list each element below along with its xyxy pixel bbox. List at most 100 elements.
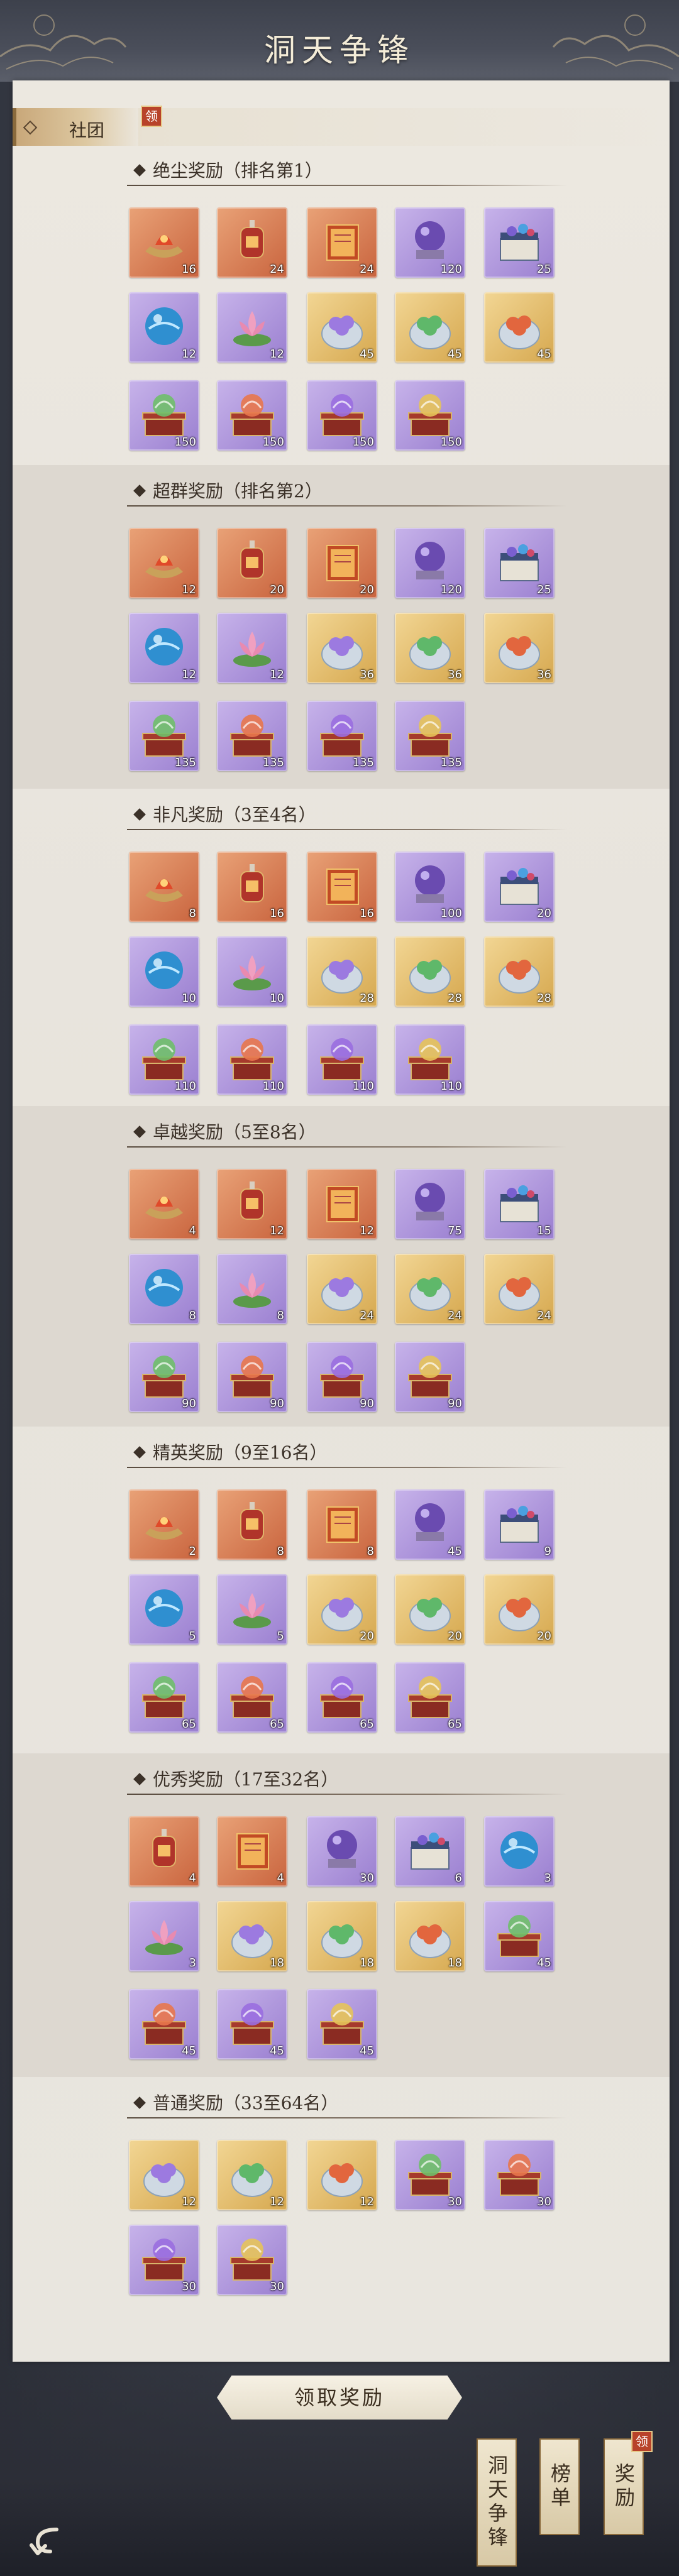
reward-item[interactable]: 5 bbox=[217, 1574, 287, 1645]
reward-item[interactable]: 90 bbox=[395, 1342, 465, 1412]
reward-item[interactable]: 45 bbox=[217, 1989, 287, 2059]
reward-item[interactable]: 30 bbox=[395, 2140, 465, 2210]
reward-item[interactable]: 12 bbox=[129, 2140, 199, 2210]
reward-item[interactable]: 8 bbox=[129, 852, 199, 922]
reward-item[interactable]: 135 bbox=[217, 701, 287, 771]
reward-item[interactable]: 110 bbox=[307, 1024, 377, 1095]
reward-item[interactable]: 120 bbox=[395, 207, 465, 278]
reward-item[interactable]: 12 bbox=[217, 613, 287, 683]
reward-item[interactable]: 45 bbox=[395, 292, 465, 363]
reward-item[interactable]: 90 bbox=[217, 1342, 287, 1412]
reward-item[interactable]: 24 bbox=[484, 1254, 555, 1324]
reward-item[interactable]: 45 bbox=[129, 1989, 199, 2059]
tab-leaderboard[interactable]: 榜单 bbox=[539, 2438, 580, 2535]
reward-item[interactable]: 25 bbox=[484, 528, 555, 598]
reward-item[interactable]: 12 bbox=[129, 292, 199, 363]
reward-item[interactable]: 28 bbox=[484, 936, 555, 1007]
reward-item[interactable]: 65 bbox=[129, 1662, 199, 1733]
reward-item[interactable]: 8 bbox=[217, 1489, 287, 1560]
reward-item[interactable]: 8 bbox=[129, 1254, 199, 1324]
reward-item[interactable]: 4 bbox=[217, 1816, 287, 1887]
reward-item[interactable]: 25 bbox=[484, 207, 555, 278]
item-count: 28 bbox=[537, 992, 551, 1005]
reward-item[interactable]: 90 bbox=[307, 1342, 377, 1412]
reward-item[interactable]: 65 bbox=[217, 1662, 287, 1733]
lantern-orange-icon bbox=[240, 220, 264, 258]
reward-item[interactable]: 36 bbox=[484, 613, 555, 683]
reward-item[interactable]: 16 bbox=[307, 852, 377, 922]
reward-item[interactable]: 16 bbox=[217, 852, 287, 922]
reward-item[interactable]: 45 bbox=[307, 1989, 377, 2059]
reward-item[interactable]: 20 bbox=[484, 1574, 555, 1645]
reward-item[interactable]: 10 bbox=[129, 936, 199, 1007]
reward-item[interactable]: 20 bbox=[307, 1574, 377, 1645]
reward-item[interactable]: 150 bbox=[395, 380, 465, 451]
reward-item[interactable]: 20 bbox=[395, 1574, 465, 1645]
reward-item[interactable]: 12 bbox=[217, 2140, 287, 2210]
reward-item[interactable]: 24 bbox=[307, 1254, 377, 1324]
reward-item[interactable]: 30 bbox=[307, 1816, 377, 1887]
tab-dongtian-zhengfeng[interactable]: 洞天争锋 bbox=[477, 2438, 517, 2567]
reward-item[interactable]: 10 bbox=[217, 936, 287, 1007]
reward-item[interactable]: 30 bbox=[484, 2140, 555, 2210]
reward-item[interactable]: 110 bbox=[129, 1024, 199, 1095]
reward-item[interactable]: 12 bbox=[307, 1169, 377, 1239]
reward-item[interactable]: 3 bbox=[484, 1816, 555, 1887]
tab-rewards[interactable]: 奖励 领 bbox=[604, 2431, 653, 2535]
reward-item[interactable]: 110 bbox=[395, 1024, 465, 1095]
reward-item[interactable]: 30 bbox=[129, 2225, 199, 2295]
reward-item[interactable]: 150 bbox=[129, 380, 199, 451]
reward-item[interactable]: 20 bbox=[217, 528, 287, 598]
reward-item[interactable]: 135 bbox=[307, 701, 377, 771]
reward-item[interactable]: 16 bbox=[129, 207, 199, 278]
reward-item[interactable]: 120 bbox=[395, 528, 465, 598]
reward-item[interactable]: 45 bbox=[307, 292, 377, 363]
reward-item[interactable]: 8 bbox=[217, 1254, 287, 1324]
item-count: 10 bbox=[182, 992, 196, 1005]
reward-item[interactable]: 150 bbox=[217, 380, 287, 451]
reward-item[interactable]: 65 bbox=[395, 1662, 465, 1733]
reward-item[interactable]: 12 bbox=[129, 613, 199, 683]
reward-item[interactable]: 45 bbox=[484, 292, 555, 363]
reward-item[interactable]: 12 bbox=[217, 292, 287, 363]
club-tab[interactable]: 社团 领 bbox=[13, 106, 162, 146]
reward-item[interactable]: 24 bbox=[217, 207, 287, 278]
reward-item[interactable]: 135 bbox=[129, 701, 199, 771]
reward-item[interactable]: 100 bbox=[395, 852, 465, 922]
reward-item[interactable]: 65 bbox=[307, 1662, 377, 1733]
reward-item[interactable]: 24 bbox=[395, 1254, 465, 1324]
reward-item[interactable]: 30 bbox=[217, 2225, 287, 2295]
reward-item[interactable]: 45 bbox=[395, 1489, 465, 1560]
reward-item[interactable]: 18 bbox=[217, 1901, 287, 1971]
reward-item[interactable]: 36 bbox=[307, 613, 377, 683]
reward-item[interactable]: 24 bbox=[307, 207, 377, 278]
reward-item[interactable]: 45 bbox=[484, 1901, 555, 1971]
claim-rewards-button[interactable]: 领取奖励 bbox=[217, 2376, 462, 2420]
reward-item[interactable]: 150 bbox=[307, 380, 377, 451]
reward-item[interactable]: 36 bbox=[395, 613, 465, 683]
reward-item[interactable]: 18 bbox=[307, 1901, 377, 1971]
reward-item[interactable]: 18 bbox=[395, 1901, 465, 1971]
reward-item[interactable]: 4 bbox=[129, 1816, 199, 1887]
reward-item[interactable]: 5 bbox=[129, 1574, 199, 1645]
pot-green-gems-icon bbox=[409, 960, 451, 994]
reward-item[interactable]: 8 bbox=[307, 1489, 377, 1560]
reward-item[interactable]: 4 bbox=[129, 1169, 199, 1239]
reward-item[interactable]: 12 bbox=[307, 2140, 377, 2210]
reward-item[interactable]: 15 bbox=[484, 1169, 555, 1239]
reward-item[interactable]: 28 bbox=[307, 936, 377, 1007]
reward-item[interactable]: 75 bbox=[395, 1169, 465, 1239]
reward-item[interactable]: 28 bbox=[395, 936, 465, 1007]
reward-item[interactable]: 20 bbox=[307, 528, 377, 598]
reward-item[interactable]: 6 bbox=[395, 1816, 465, 1887]
reward-item[interactable]: 110 bbox=[217, 1024, 287, 1095]
reward-item[interactable]: 20 bbox=[484, 852, 555, 922]
reward-item[interactable]: 2 bbox=[129, 1489, 199, 1560]
reward-item[interactable]: 9 bbox=[484, 1489, 555, 1560]
reward-item[interactable]: 3 bbox=[129, 1901, 199, 1971]
reward-item[interactable]: 90 bbox=[129, 1342, 199, 1412]
reward-item[interactable]: 12 bbox=[217, 1169, 287, 1239]
reward-item[interactable]: 135 bbox=[395, 701, 465, 771]
reward-item[interactable]: 12 bbox=[129, 528, 199, 598]
back-arrow-icon[interactable] bbox=[25, 2517, 69, 2561]
